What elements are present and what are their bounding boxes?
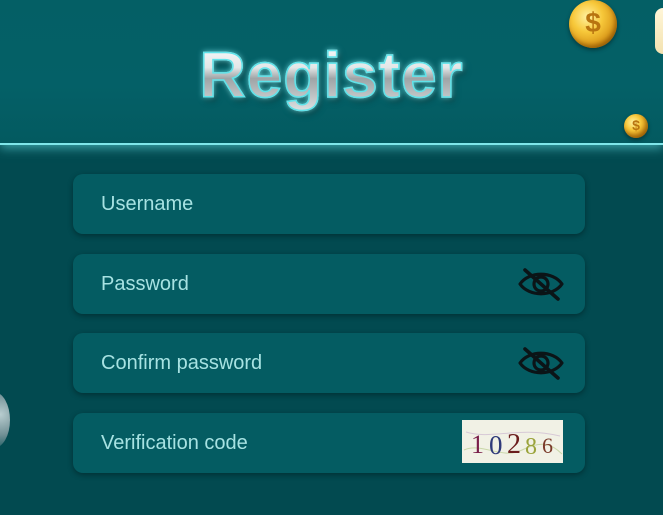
captcha-digit: 8 — [525, 434, 537, 460]
captcha-digit: 6 — [542, 433, 553, 458]
username-field[interactable]: Username — [73, 174, 585, 234]
password-placeholder: Password — [101, 273, 189, 295]
confirm-password-placeholder: Confirm password — [101, 352, 263, 374]
decoration-icon — [655, 8, 663, 54]
captcha-image[interactable]: 1 0 2 8 6 — [462, 420, 563, 463]
eye-slash-icon[interactable] — [517, 344, 565, 382]
captcha-digit: 1 — [471, 430, 484, 459]
captcha-digit: 2 — [507, 429, 521, 460]
gold-coin-icon: $ — [569, 0, 617, 48]
verification-placeholder: Verification code — [101, 432, 248, 454]
decoration-icon — [0, 392, 10, 448]
username-placeholder: Username — [101, 193, 194, 215]
header-banner: Register $ $ — [0, 0, 663, 145]
confirm-password-field[interactable]: Confirm password — [73, 333, 585, 393]
page-title: Register — [0, 38, 663, 112]
captcha-digit: 0 — [489, 430, 503, 460]
password-field[interactable]: Password — [73, 254, 585, 314]
verification-code-field[interactable]: Verification code 1 0 2 8 6 — [73, 413, 585, 473]
gold-coin-icon: $ — [624, 114, 648, 138]
eye-slash-icon[interactable] — [517, 265, 565, 303]
